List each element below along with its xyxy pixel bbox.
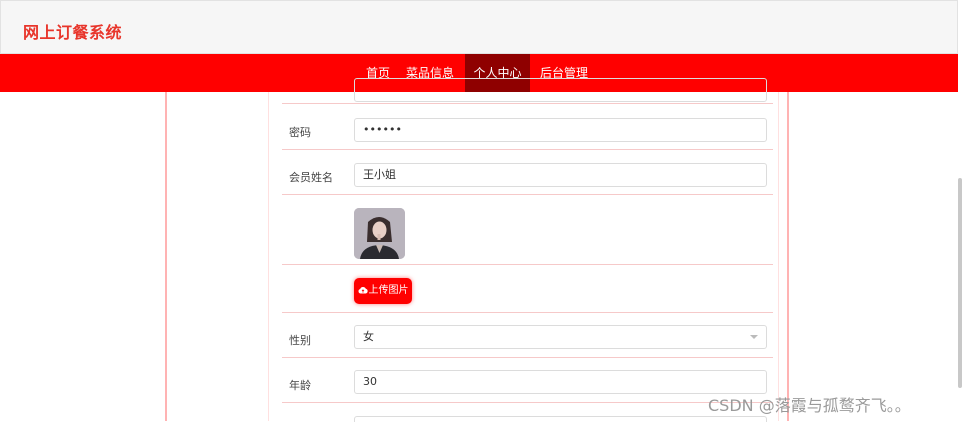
name-label: 会员姓名 <box>289 171 333 184</box>
gender-value: 女 <box>363 330 374 343</box>
name-field[interactable]: 王小姐 <box>354 163 767 187</box>
chevron-down-icon <box>750 335 758 339</box>
page-scrollbar-track <box>958 92 962 421</box>
form-row-avatar <box>282 195 773 265</box>
password-field[interactable]: •••••• <box>354 118 767 142</box>
app-header: 网上订餐系统 <box>0 0 958 54</box>
form-row-name: 会员姓名 王小姐 <box>282 150 773 195</box>
form-border-left <box>268 92 269 421</box>
watermark: CSDN @落霞与孤鹜齐飞。。 <box>708 396 911 415</box>
next-field[interactable] <box>354 416 767 422</box>
password-label: 密码 <box>289 126 311 139</box>
gender-label: 性别 <box>289 334 311 347</box>
page-scrollbar-thumb[interactable] <box>958 178 962 388</box>
form-row-upload: 上传图片 <box>282 265 773 313</box>
upload-label: 上传图片 <box>368 285 409 296</box>
content-frame-right <box>787 92 789 421</box>
age-label: 年龄 <box>289 379 311 392</box>
content-frame-left <box>165 92 167 421</box>
form-row-previous <box>282 78 773 104</box>
form-row-gender: 性别 女 <box>282 313 773 358</box>
upload-image-button[interactable]: 上传图片 <box>354 278 412 304</box>
form-border-right <box>778 92 779 421</box>
app-title: 网上订餐系统 <box>23 23 123 42</box>
avatar-image <box>354 208 405 259</box>
avatar-photo <box>354 208 405 259</box>
form-row-age: 年龄 30 <box>282 358 773 403</box>
previous-field[interactable] <box>354 78 767 102</box>
age-field[interactable]: 30 <box>354 370 767 394</box>
cloud-upload-icon <box>358 286 368 294</box>
gender-select[interactable]: 女 <box>354 325 767 349</box>
form-row-password: 密码 •••••• <box>282 104 773 150</box>
